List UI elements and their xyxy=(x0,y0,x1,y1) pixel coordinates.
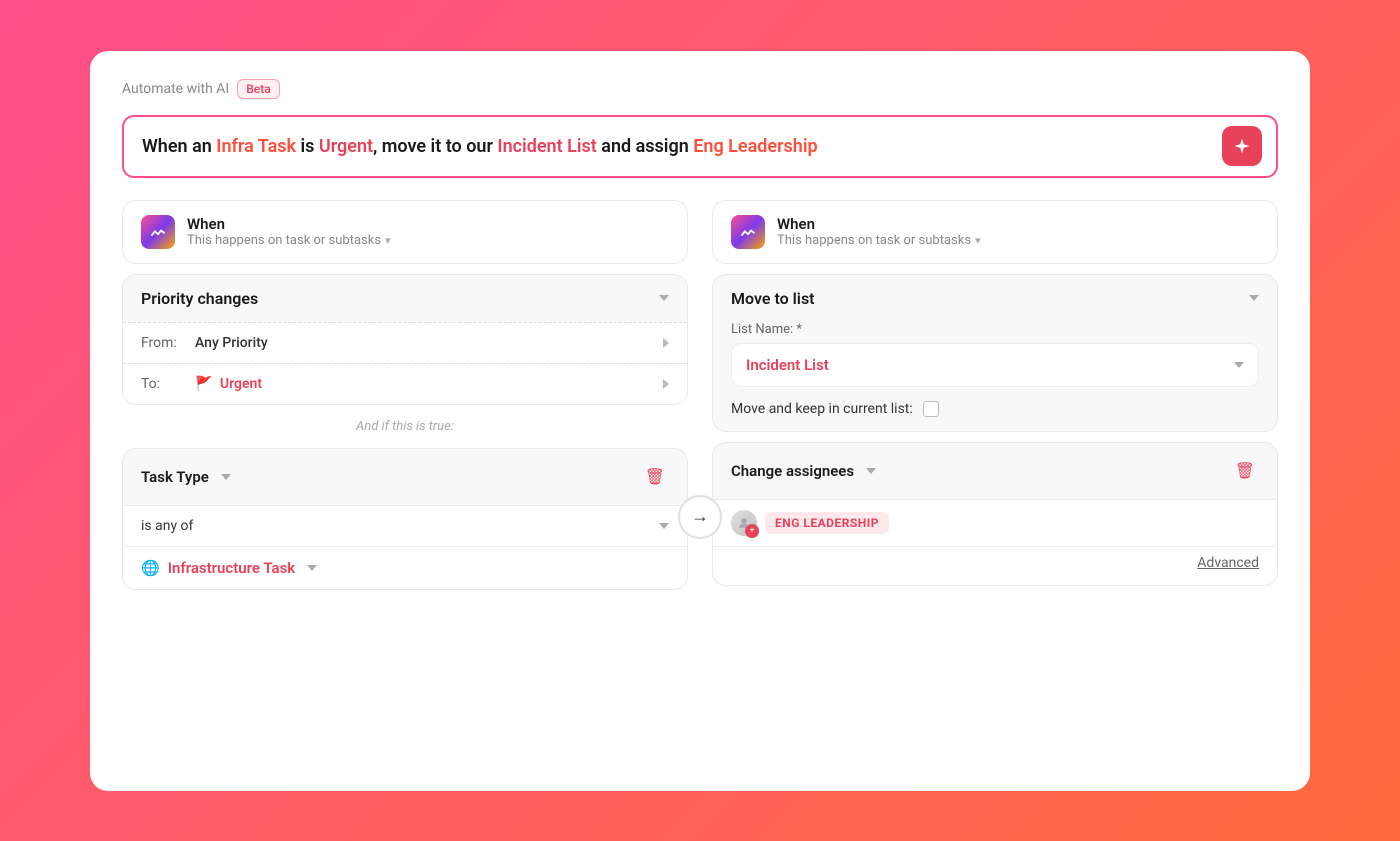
ai-prompt-text: When an Infra Task is Urgent, move it to… xyxy=(142,133,1224,160)
eng-leadership-badge: ENG LEADERSHIP xyxy=(765,512,889,534)
task-type-chevron xyxy=(221,474,231,480)
priority-changes-card: Priority changes From: Any Priority To: … xyxy=(122,274,688,405)
clickup-logo-left xyxy=(141,215,175,249)
incident-list-row[interactable]: Incident List xyxy=(731,343,1259,387)
when-title-left: When xyxy=(187,215,391,233)
task-type-card: Task Type 🗑 is any of 🌐 Infrastructure T… xyxy=(122,448,688,590)
change-assignees-card: Change assignees 🗑 + xyxy=(712,442,1278,586)
change-assignees-chevron xyxy=(866,468,876,474)
from-value: Any Priority xyxy=(195,335,647,351)
ai-generate-button[interactable] xyxy=(1222,126,1262,166)
assignees-delete-button[interactable]: 🗑 xyxy=(1231,457,1259,485)
move-to-list-card: Move to list List Name: * Incident List … xyxy=(712,274,1278,432)
when-text-left: When This happens on task or subtasks ▾ xyxy=(187,215,391,248)
and-if-label: And if this is true: xyxy=(122,415,688,438)
clickup-logo-right xyxy=(731,215,765,249)
priority-chevron-down xyxy=(659,295,669,301)
to-chevron-right xyxy=(663,379,669,389)
clickup-icon-right xyxy=(739,223,757,241)
to-label: To: xyxy=(141,376,183,392)
sparkle-icon xyxy=(1233,137,1251,155)
move-to-list-chevron xyxy=(1249,295,1259,301)
keep-in-list-label: Move and keep in current list: xyxy=(731,401,913,417)
priority-changes-label: Priority changes xyxy=(141,289,258,308)
advanced-link[interactable]: Advanced xyxy=(1197,555,1259,571)
two-column-layout: → When This happens on task or subtasks … xyxy=(122,200,1278,590)
arrow-connector: → xyxy=(678,495,722,539)
advanced-row: Advanced xyxy=(713,546,1277,585)
prompt-part1: When an xyxy=(142,136,216,157)
from-label: From: xyxy=(141,335,183,351)
when-card-right: When This happens on task or subtasks ▾ xyxy=(712,200,1278,264)
task-type-label: Task Type xyxy=(141,468,209,486)
task-type-row: Task Type 🗑 xyxy=(123,449,687,505)
globe-icon: 🌐 xyxy=(141,559,160,577)
ai-prompt-box: When an Infra Task is Urgent, move it to… xyxy=(122,115,1278,178)
right-column: When This happens on task or subtasks ▾ … xyxy=(712,200,1278,590)
when-subtitle-right: This happens on task or subtasks ▾ xyxy=(777,233,981,248)
automate-label: Automate with AI xyxy=(122,81,229,97)
when-chevron-left: ▾ xyxy=(385,234,391,247)
move-to-list-row[interactable]: Move to list xyxy=(713,275,1277,322)
change-assignees-label: Change assignees xyxy=(731,462,854,480)
infra-task-row[interactable]: 🌐 Infrastructure Task xyxy=(123,546,687,589)
move-to-list-label: Move to list xyxy=(731,289,815,308)
task-type-delete-button[interactable]: 🗑 xyxy=(641,463,669,491)
when-subtitle-left: This happens on task or subtasks ▾ xyxy=(187,233,391,248)
list-name-label: List Name: * xyxy=(731,322,1259,337)
from-row[interactable]: From: Any Priority xyxy=(123,323,687,363)
eng-leadership-row: + ENG LEADERSHIP xyxy=(713,499,1277,546)
clickup-icon-left xyxy=(149,223,167,241)
is-any-of-label: is any of xyxy=(141,518,193,534)
priority-changes-row[interactable]: Priority changes xyxy=(123,275,687,322)
incident-list-chevron xyxy=(1234,362,1244,368)
prompt-part3: , move it to our xyxy=(373,136,497,157)
avatar-group: + xyxy=(731,510,757,536)
list-name-section: List Name: * Incident List xyxy=(713,322,1277,401)
prompt-eng-leadership: Eng Leadership xyxy=(693,136,817,157)
to-value: 🚩 Urgent xyxy=(195,376,647,392)
when-title-right: When xyxy=(777,215,981,233)
prompt-urgent: Urgent xyxy=(319,136,373,157)
when-chevron-right: ▾ xyxy=(975,234,981,247)
when-text-right: When This happens on task or subtasks ▾ xyxy=(777,215,981,248)
left-column: When This happens on task or subtasks ▾ … xyxy=(122,200,688,590)
change-assignees-row: Change assignees 🗑 xyxy=(713,443,1277,499)
urgent-flag-icon: 🚩 xyxy=(195,376,212,392)
incident-list-value: Incident List xyxy=(746,356,829,374)
prompt-incident-list: Incident List xyxy=(497,136,596,157)
keep-in-list-checkbox[interactable] xyxy=(923,401,939,417)
keep-in-list-row: Move and keep in current list: xyxy=(713,401,1277,431)
is-any-of-chevron xyxy=(659,523,669,529)
prompt-infra-task: Infra Task xyxy=(216,136,296,157)
prompt-part4: and assign xyxy=(597,136,693,157)
main-card: Automate with AI Beta When an Infra Task… xyxy=(90,51,1310,791)
is-any-of-row[interactable]: is any of xyxy=(123,505,687,546)
avatar-plus-icon: + xyxy=(745,524,759,538)
beta-badge: Beta xyxy=(237,79,279,99)
when-card-left: When This happens on task or subtasks ▾ xyxy=(122,200,688,264)
automate-header: Automate with AI Beta xyxy=(122,79,1278,99)
infra-task-chevron xyxy=(307,565,317,571)
prompt-part2: is xyxy=(296,136,319,157)
infra-task-value: Infrastructure Task xyxy=(168,559,296,577)
avatar: + xyxy=(731,510,757,536)
from-chevron-right xyxy=(663,338,669,348)
to-row[interactable]: To: 🚩 Urgent xyxy=(123,364,687,404)
